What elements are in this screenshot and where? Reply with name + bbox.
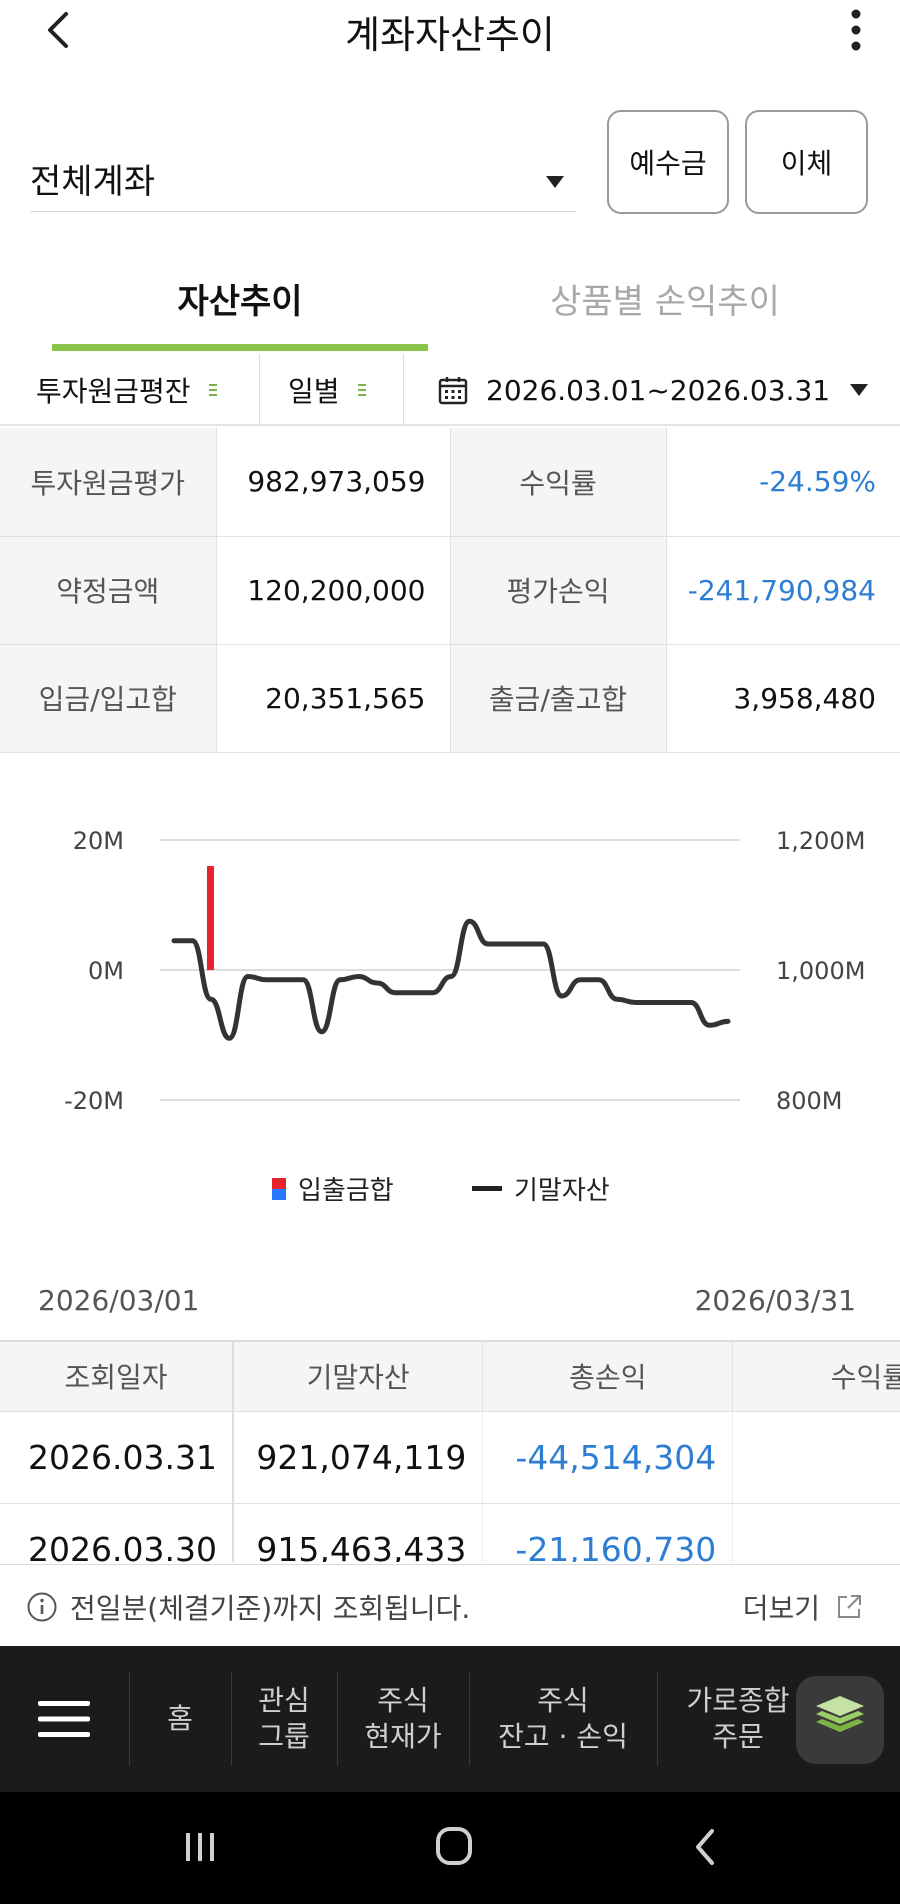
row-date: 2026.03.30 — [0, 1503, 234, 1562]
transfer-button[interactable]: 이체 — [745, 110, 868, 214]
period-unit-label: 일별 — [288, 375, 340, 408]
drag-handle-icon — [208, 381, 217, 399]
chart-legend: 입출금합 기말자산 — [0, 1170, 900, 1210]
right-axis-tick-label: 1,200M — [776, 827, 865, 855]
row-rate — [732, 1411, 900, 1504]
left-axis-tick-label: 0M — [88, 957, 124, 985]
left-axis-tick-label: 20M — [73, 827, 124, 855]
nav-horizontal-order[interactable]: 가로종합 주문 — [658, 1646, 818, 1792]
nav-watchlist[interactable]: 관심 그룹 — [232, 1646, 336, 1792]
legend-inout: 입출금합 — [272, 1170, 394, 1207]
caret-down-icon — [850, 384, 869, 396]
caret-down-icon — [546, 176, 564, 188]
summary-value: 20,351,565 — [216, 644, 451, 753]
legend-inout-swatch — [272, 1177, 286, 1200]
active-tab-indicator — [52, 344, 428, 351]
filter-row: 투자원금평잔 일별 2026.03.01~2026.03.31 — [0, 354, 900, 426]
basis-select-label: 투자원금평잔 — [36, 375, 191, 408]
nav-stock-balance[interactable]: 주식 잔고 · 손익 — [470, 1646, 656, 1792]
column-header-date[interactable]: 조회일자 — [0, 1340, 234, 1412]
summary-row: 입금/입고합 20,351,565 출금/출고합 3,958,480 — [0, 644, 900, 753]
tab-asset-trend[interactable]: 자산추이 — [52, 274, 428, 323]
summary-value: 982,973,059 — [216, 428, 451, 537]
system-navigation-bar — [0, 1792, 900, 1904]
chart-start-date: 2026/03/01 — [38, 1284, 200, 1317]
row-pnl: -21,160,730 — [482, 1503, 734, 1562]
notice-bar: 전일분(체결기준)까지 조회됩니다. 더보기 — [0, 1564, 900, 1646]
summary-label: 수익률 — [450, 428, 667, 537]
right-axis-tick-label: 1,000M — [776, 957, 865, 985]
menu-button[interactable] — [0, 1646, 128, 1792]
info-icon — [27, 1592, 57, 1622]
column-header-pnl[interactable]: 총손익 — [482, 1340, 734, 1412]
summary-label: 평가손익 — [450, 536, 667, 645]
tab-product-pnl[interactable]: 상품별 손익추이 — [470, 274, 860, 323]
row-end-asset: 915,463,433 — [232, 1503, 484, 1562]
drag-handle-icon — [357, 381, 366, 399]
account-select[interactable]: 전체계좌 — [30, 128, 576, 212]
column-header-rate[interactable]: 수익률( — [732, 1340, 900, 1412]
layers-button[interactable] — [796, 1676, 884, 1764]
legend-inout-label: 입출금합 — [298, 1176, 394, 1206]
external-link-icon — [838, 1595, 861, 1618]
layers-icon — [816, 1696, 864, 1732]
right-axis-tick-label: 800M — [776, 1087, 843, 1115]
summary-label: 입금/입고합 — [0, 644, 217, 753]
tab-bar: 자산추이 상품별 손익추이 — [0, 250, 900, 354]
summary-value: -24.59% — [666, 428, 900, 537]
period-unit-select[interactable]: 일별 — [288, 354, 404, 426]
chart-canvas: 20M 0M -20M 1,200M 1,000M 800M — [64, 827, 865, 1115]
nav-stock-price[interactable]: 주식 현재가 — [338, 1646, 468, 1792]
date-range-select[interactable]: 2026.03.01~2026.03.31 — [438, 354, 888, 426]
more-link[interactable]: 더보기 — [743, 1587, 864, 1627]
row-rate — [732, 1503, 900, 1562]
row-pnl: -44,514,304 — [482, 1411, 734, 1504]
more-link-label: 더보기 — [742, 1592, 820, 1625]
inout-bar — [206, 866, 214, 970]
chart-end-date: 2026/03/31 — [694, 1284, 856, 1317]
summary-table: 투자원금평가 982,973,059 수익률 -24.59% 약정금액 120,… — [0, 428, 900, 753]
row-date: 2026.03.31 — [0, 1411, 234, 1504]
summary-value: -241,790,984 — [666, 536, 900, 645]
summary-label: 약정금액 — [0, 536, 217, 645]
deposit-button[interactable]: 예수금 — [607, 110, 729, 214]
table-row[interactable]: 2026.03.31 921,074,119 -44,514,304 — [0, 1411, 900, 1504]
legend-end-asset-label: 기말자산 — [514, 1176, 610, 1206]
legend-line-swatch — [472, 1186, 502, 1191]
end-asset-line — [171, 918, 731, 1041]
page-title: 계좌자산추이 — [345, 13, 555, 57]
nav-home[interactable]: 홈 — [130, 1646, 230, 1792]
summary-value: 3,958,480 — [666, 644, 900, 753]
summary-label: 투자원금평가 — [0, 428, 217, 537]
date-range-label: 2026.03.01~2026.03.31 — [486, 373, 831, 407]
hamburger-menu-icon — [38, 1701, 90, 1737]
notice-message: 전일분(체결기준)까지 조회됩니다. — [70, 1592, 471, 1625]
bottom-nav: 홈 관심 그룹 주식 현재가 주식 잔고 · 손익 가로종합 주문 — [0, 1646, 900, 1792]
summary-row: 약정금액 120,200,000 평가손익 -241,790,984 — [0, 536, 900, 645]
app-header: 계좌자산추이 — [0, 0, 900, 60]
home-icon[interactable] — [424, 1822, 484, 1872]
summary-value: 120,200,000 — [216, 536, 451, 645]
chart-date-range: 2026/03/01 2026/03/31 — [0, 1284, 900, 1324]
back-icon[interactable] — [676, 1822, 736, 1872]
more-options-icon[interactable] — [836, 4, 876, 54]
basis-select[interactable]: 투자원금평잔 — [36, 354, 260, 426]
summary-label: 출금/출고합 — [450, 644, 667, 753]
summary-row: 투자원금평가 982,973,059 수익률 -24.59% — [0, 428, 900, 537]
left-axis-tick-label: -20M — [64, 1087, 124, 1115]
table-row[interactable]: 2026.03.30 915,463,433 -21,160,730 — [0, 1503, 900, 1562]
account-select-value: 전체계좌 — [30, 162, 156, 202]
calendar-icon — [438, 377, 468, 405]
row-end-asset: 921,074,119 — [232, 1411, 484, 1504]
account-row: 전체계좌 예수금 이체 — [0, 108, 900, 218]
recent-apps-icon[interactable] — [170, 1822, 230, 1872]
table-header-row: 조회일자 기말자산 총손익 수익률( — [0, 1340, 900, 1412]
legend-end-asset: 기말자산 — [472, 1170, 610, 1207]
column-header-end-asset[interactable]: 기말자산 — [232, 1340, 484, 1412]
daily-asset-table[interactable]: 조회일자 기말자산 총손익 수익률( 2026.03.31 921,074,11… — [0, 1340, 900, 1562]
